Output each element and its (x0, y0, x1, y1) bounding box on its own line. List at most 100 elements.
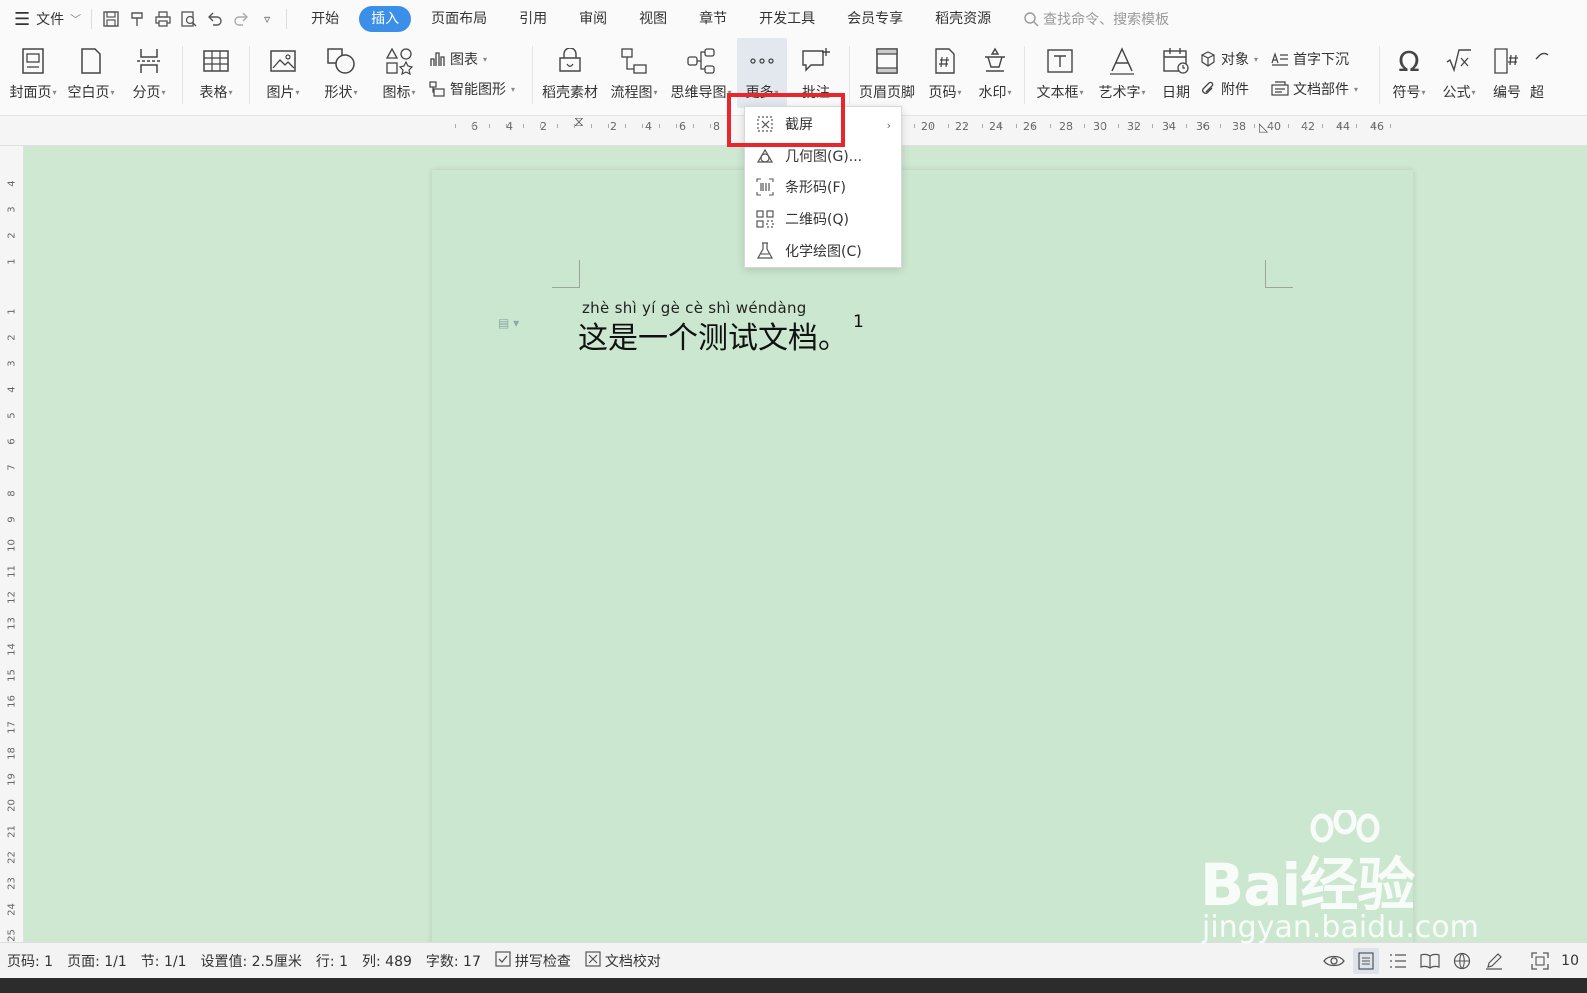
text-box-button[interactable]: 文本框 ▾ (1029, 38, 1091, 108)
tab-review[interactable]: 审阅 (567, 6, 619, 32)
page-break-button[interactable]: 分页 ▾ (120, 38, 178, 108)
print-preview-icon[interactable] (176, 6, 202, 32)
numbering-button[interactable]: 编号 (1484, 38, 1530, 108)
ruler-tick-mark (1033, 124, 1034, 128)
ruler-tick-mark (1254, 124, 1255, 128)
ruler-tick-mark (506, 124, 507, 128)
ruler-tick-mark (1101, 124, 1102, 128)
flowchart-button[interactable]: 流程图 ▾ (603, 38, 665, 108)
tab-home[interactable]: 开始 (299, 6, 351, 32)
ruler-tick-label: 4 (645, 120, 652, 133)
vruler-tick-label: 4 (6, 386, 18, 393)
dropdown-item-chemistry[interactable]: 化学绘图(C) (745, 236, 901, 266)
tab-view[interactable]: 视图 (627, 6, 679, 32)
symbol-button[interactable]: Ω 符号 ▾ (1384, 38, 1434, 108)
dropdown-item-qrcode[interactable]: 二维码(Q) (745, 204, 901, 234)
shape-button[interactable]: 形状 ▾ (312, 38, 370, 108)
vruler-tick-label: 1 (6, 258, 18, 265)
dropdown-item-barcode[interactable]: 条形码(F) (745, 172, 901, 202)
right-indent-marker-icon[interactable]: ◺ (1259, 120, 1268, 134)
hyperlink-button[interactable]: 超 (1530, 38, 1560, 108)
icons-library-icon (384, 46, 414, 76)
spell-check-button[interactable]: 拼写检查 (488, 950, 578, 971)
file-menu[interactable]: ☰ 文件 ﹀ (10, 6, 85, 32)
tab-references[interactable]: 引用 (507, 6, 559, 32)
cover-page-button[interactable]: 封面页 ▾ (4, 38, 62, 108)
tab-insert[interactable]: 插入 (359, 6, 412, 32)
picture-button[interactable]: 图片 ▾ (254, 38, 312, 108)
ruler-tick-label: 30 (1093, 120, 1107, 133)
icon-library-button[interactable]: 图标 ▾ (370, 38, 428, 108)
object-button[interactable]: 对象 ▾ (1199, 48, 1271, 70)
vertical-ruler[interactable]: 4 3 2 1 1 2 3 4 5 6 7 8 9 10 11 12 13 14 15 16 17 18 19 20 21 22 2… (0, 146, 24, 942)
search-input[interactable]: 查找命令、搜索模板 (1023, 9, 1169, 29)
cover-page-icon (18, 46, 48, 76)
tab-docer[interactable]: 稻壳资源 (923, 6, 1003, 32)
web-view-icon[interactable] (1449, 948, 1475, 974)
vruler-tick-label: 14 (6, 643, 18, 656)
word-art-button[interactable]: 艺术字 ▾ (1091, 38, 1153, 108)
redo-icon[interactable] (228, 6, 254, 32)
chart-button[interactable]: 图表 ▾ (428, 48, 528, 70)
print-icon[interactable] (150, 6, 176, 32)
file-menu-label: 文件 (36, 12, 65, 28)
word-art-icon (1107, 46, 1137, 76)
status-word-count[interactable]: 字数: 17 (419, 951, 488, 971)
write-view-icon[interactable] (1481, 948, 1507, 974)
chevron-right-icon: › (886, 119, 891, 132)
format-painter-icon[interactable] (124, 6, 150, 32)
smart-art-button[interactable]: 智能图形 ▾ (428, 78, 528, 100)
vruler-tick-label: 6 (6, 438, 18, 445)
save-icon[interactable] (98, 6, 124, 32)
tab-member[interactable]: 会员专享 (835, 6, 915, 32)
watermark-button[interactable]: 水印 ▾ (970, 38, 1020, 108)
ruler-tick-mark (455, 124, 456, 128)
tab-chapter[interactable]: 章节 (687, 6, 739, 32)
flowchart-icon (619, 46, 649, 76)
drop-cap-button[interactable]: 首字下沉 (1271, 48, 1375, 70)
status-setting[interactable]: 设置值: 2.5厘米 (193, 951, 308, 971)
tab-developer[interactable]: 开发工具 (747, 6, 827, 32)
customize-toolbar-icon[interactable]: ▿ (254, 6, 280, 32)
indent-marker-icon[interactable]: ⧖ (574, 115, 584, 129)
baidu-jingyan-watermark: Bai经验 jingyan.baidu.com (1200, 810, 1490, 950)
formula-button[interactable]: 公式 ▾ (1434, 38, 1484, 108)
vruler-tick-label: 13 (6, 617, 18, 630)
footnote-reference[interactable]: 1 (853, 312, 864, 332)
status-column[interactable]: 列: 489 (355, 951, 419, 971)
ruler-tick-mark (1050, 124, 1051, 128)
tab-page-layout[interactable]: 页面布局 (419, 6, 499, 32)
ruler-tick-mark (1390, 124, 1391, 128)
vruler-tick-label: 23 (6, 877, 18, 890)
outline-view-icon[interactable] (1385, 948, 1411, 974)
header-footer-button[interactable]: 页眉页脚 (854, 38, 920, 108)
page-number-icon (930, 46, 960, 76)
fit-page-icon[interactable] (1527, 948, 1553, 974)
attachment-button[interactable]: 附件 (1199, 78, 1271, 100)
doc-parts-button[interactable]: 文档部件 ▾ (1271, 78, 1375, 100)
ruler-tick-mark (676, 124, 677, 128)
doc-proof-button[interactable]: 文档校对 (578, 950, 668, 971)
zoom-level[interactable]: 10 (1559, 953, 1579, 969)
divider (91, 9, 93, 29)
status-section[interactable]: 节: 1/1 (134, 951, 194, 971)
ruler-tick-mark (1288, 124, 1289, 128)
docer-assets-button[interactable]: 稻壳素材 (537, 38, 603, 108)
blank-page-button[interactable]: 空白页 ▾ (62, 38, 120, 108)
ruler-tick-mark (540, 124, 541, 128)
page-view-icon[interactable] (1353, 947, 1380, 974)
ruler-tick-mark (1067, 124, 1068, 128)
status-page-number[interactable]: 页码: 1 (0, 951, 60, 971)
document-text[interactable]: 这是一个测试文档。 (578, 313, 848, 357)
undo-icon[interactable] (202, 6, 228, 32)
page-number-button[interactable]: 页码 ▾ (920, 38, 970, 108)
reading-view-icon[interactable] (1417, 948, 1443, 974)
date-button[interactable]: 日期 (1153, 38, 1199, 108)
divider (182, 46, 183, 104)
status-pages[interactable]: 页面: 1/1 (60, 951, 134, 971)
paragraph-handle-icon[interactable]: ▤ ▾ (498, 316, 519, 330)
table-button[interactable]: 表格 ▾ (187, 38, 245, 108)
status-row[interactable]: 行: 1 (309, 951, 355, 971)
ruler-tick-mark (625, 124, 626, 128)
eye-protection-icon[interactable] (1321, 948, 1347, 974)
